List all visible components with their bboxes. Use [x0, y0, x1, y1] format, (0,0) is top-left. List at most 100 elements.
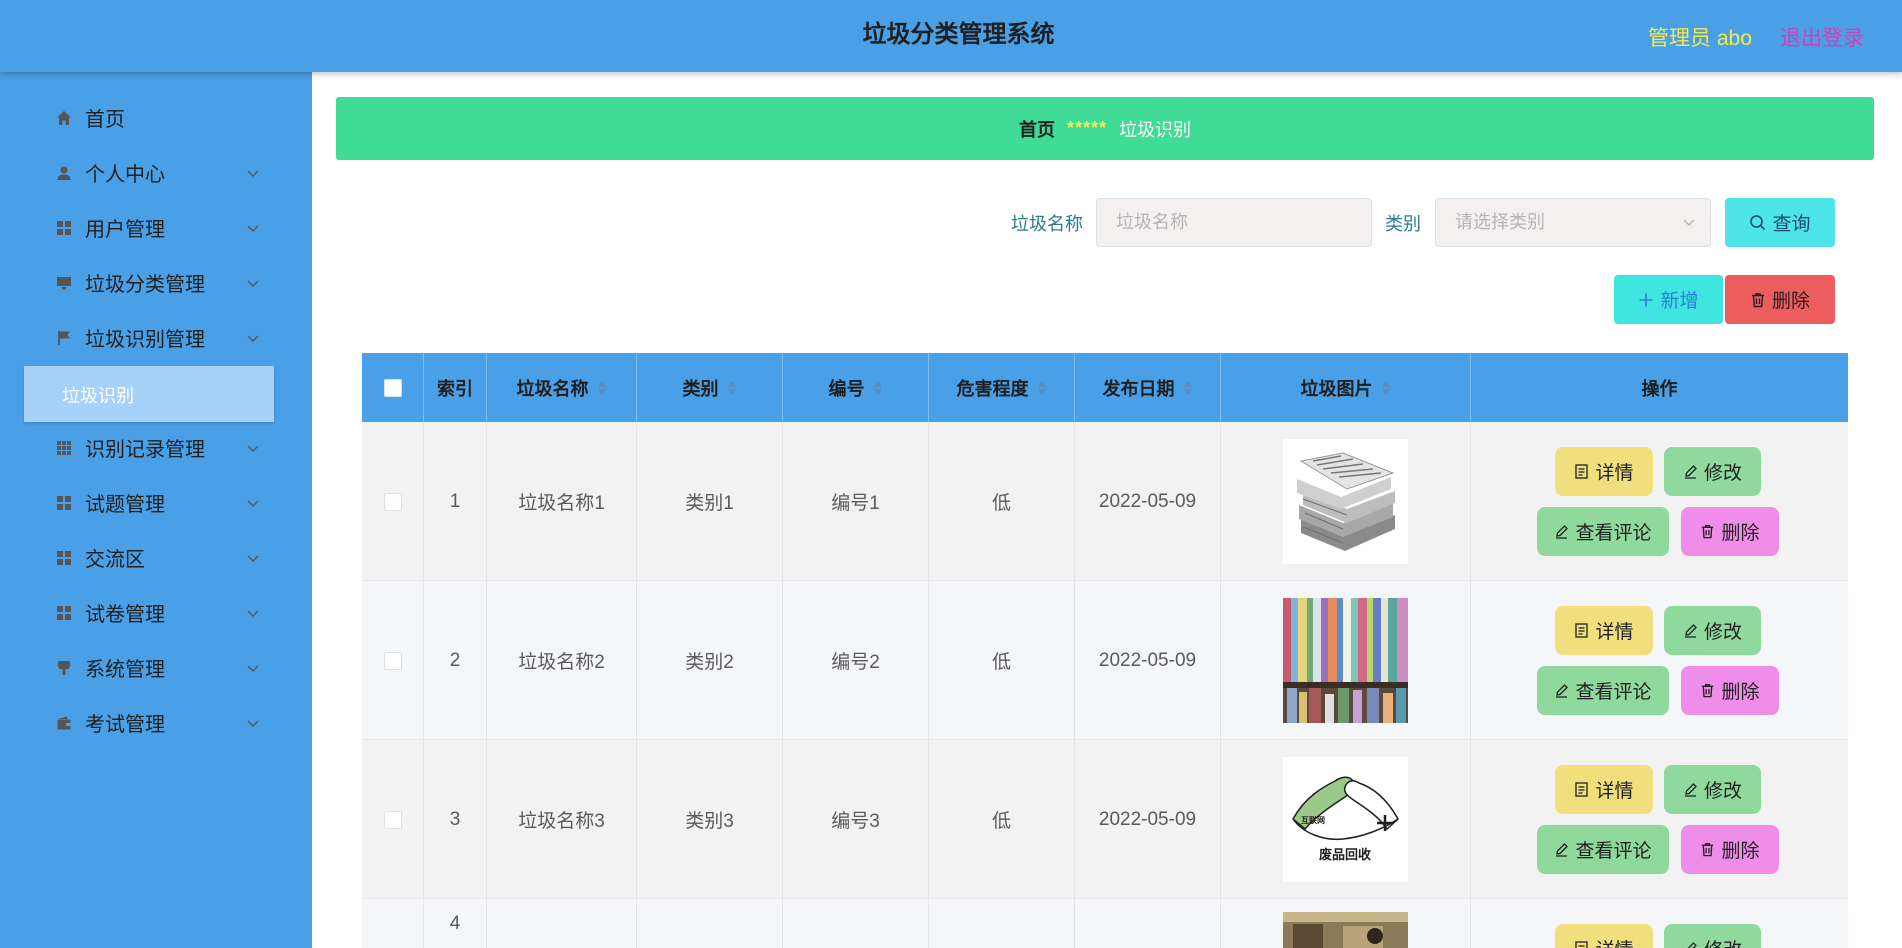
- edit-button[interactable]: 修改: [1664, 924, 1761, 948]
- sidebar-item-label: 个人中心: [85, 164, 165, 186]
- sidebar-item-home[interactable]: 首页: [0, 90, 312, 145]
- column-header-image[interactable]: 垃圾图片: [1221, 353, 1471, 422]
- column-header-label: 操作: [1641, 378, 1678, 399]
- cell-name: 垃圾名称3: [487, 740, 637, 899]
- garbage-name-input[interactable]: 垃圾名称: [1096, 198, 1372, 247]
- sidebar-item-exam-paper-management[interactable]: 试卷管理: [0, 585, 312, 640]
- garbage-image-newspaper[interactable]: [1283, 439, 1408, 564]
- column-header-code[interactable]: 编号: [783, 353, 929, 422]
- edit-button[interactable]: 修改: [1664, 606, 1761, 655]
- cell-hazard: 低: [929, 740, 1075, 899]
- cell-category: 类别2: [637, 581, 783, 740]
- cell-image: 互联网 废品回收: [1221, 740, 1471, 899]
- table-row: 3 垃圾名称3 类别3 编号3 低 2022-05-09 互联网 废品回收 详情…: [362, 740, 1848, 899]
- row-checkbox[interactable]: [383, 492, 402, 511]
- row-select-cell: [362, 422, 424, 581]
- breadcrumb-home[interactable]: 首页: [1019, 116, 1055, 142]
- chevron-down-icon: [247, 170, 259, 177]
- cell-category: 类别1: [637, 422, 783, 581]
- view-comments-button-label: 查看评论: [1575, 682, 1652, 703]
- table-row: 4 详情 修改: [362, 899, 1848, 948]
- garbage-image-photo[interactable]: [1283, 912, 1408, 948]
- sidebar-item-user-management[interactable]: 用户管理: [0, 200, 312, 255]
- chevron-down-icon: [247, 610, 259, 617]
- detail-button[interactable]: 详情: [1555, 765, 1653, 814]
- view-comments-button[interactable]: 查看评论: [1537, 825, 1669, 874]
- sort-icon: [597, 380, 606, 395]
- sort-icon: [1037, 380, 1046, 395]
- sidebar-item-label: 考试管理: [85, 714, 165, 736]
- column-header-date[interactable]: 发布日期: [1075, 353, 1221, 422]
- view-comments-button[interactable]: 查看评论: [1537, 507, 1669, 556]
- sidebar-item-label: 垃圾分类管理: [85, 274, 205, 296]
- column-header-label: 发布日期: [1102, 378, 1175, 399]
- chevron-down-icon: [247, 665, 259, 672]
- row-delete-button-label: 删除: [1721, 841, 1760, 862]
- detail-button-label: 详情: [1595, 781, 1634, 802]
- batch-delete-button-label: 删除: [1771, 291, 1810, 312]
- sidebar-item-label: 识别记录管理: [85, 439, 205, 461]
- row-delete-button[interactable]: 删除: [1681, 825, 1779, 874]
- column-header-name[interactable]: 垃圾名称: [487, 353, 637, 422]
- cell-image: [1221, 899, 1471, 948]
- sidebar-item-forum[interactable]: 交流区: [0, 530, 312, 585]
- sort-icon: [727, 380, 736, 395]
- view-comments-button[interactable]: 查看评论: [1537, 666, 1669, 715]
- chevron-down-icon: [247, 500, 259, 507]
- sidebar-item-label: 用户管理: [85, 219, 165, 241]
- cell-date: 2022-05-09: [1075, 422, 1221, 581]
- detail-button[interactable]: 详情: [1555, 924, 1653, 948]
- sidebar-item-personal-center[interactable]: 个人中心: [0, 145, 312, 200]
- grid-icon: [55, 219, 73, 237]
- grid-icon: [55, 549, 73, 567]
- sidebar-item-exam-management[interactable]: 考试管理: [0, 695, 312, 750]
- brush-icon: [55, 659, 73, 677]
- edit-button-label: 修改: [1704, 935, 1742, 948]
- row-checkbox[interactable]: [383, 651, 402, 670]
- row-checkbox[interactable]: [383, 810, 402, 829]
- column-header-hazard[interactable]: 危害程度: [929, 353, 1075, 422]
- detail-button[interactable]: 详情: [1555, 447, 1653, 496]
- sidebar-item-garbage-category-management[interactable]: 垃圾分类管理: [0, 255, 312, 310]
- detail-button-label: 详情: [1595, 463, 1634, 484]
- sidebar-item-system-management[interactable]: 系统管理: [0, 640, 312, 695]
- cell-actions: 详情 修改 查看评论 删除: [1471, 581, 1848, 740]
- sidebar-subitem-garbage-recognition[interactable]: 垃圾识别: [24, 366, 274, 422]
- chevron-down-icon: [247, 445, 259, 452]
- grid-icon: [55, 494, 73, 512]
- sidebar-item-recognition-records[interactable]: 识别记录管理: [0, 420, 312, 475]
- column-header-label: 垃圾名称: [516, 378, 589, 399]
- plus-icon: [1639, 293, 1653, 306]
- add-button[interactable]: 新增: [1614, 275, 1723, 324]
- detail-button[interactable]: 详情: [1555, 606, 1653, 655]
- column-header-category[interactable]: 类别: [637, 353, 783, 422]
- sidebar-item-label: 试题管理: [85, 494, 165, 516]
- garbage-image-bookshelf[interactable]: [1283, 598, 1408, 723]
- column-header-index: 索引: [424, 353, 487, 422]
- cell-category: 类别3: [637, 740, 783, 899]
- app-title: 垃圾分类管理系统: [862, 21, 1055, 48]
- pencil-icon: [1556, 525, 1569, 539]
- chevron-down-icon: [247, 720, 259, 727]
- pencil-icon: [1684, 624, 1697, 638]
- row-delete-button[interactable]: 删除: [1681, 666, 1779, 715]
- grid-icon: [55, 604, 73, 622]
- sidebar-item-question-management[interactable]: 试题管理: [0, 475, 312, 530]
- edit-button[interactable]: 修改: [1664, 447, 1761, 496]
- garbage-image-recycling-logo[interactable]: 互联网 废品回收: [1283, 757, 1408, 882]
- chevron-down-icon: [247, 280, 259, 287]
- logout-link[interactable]: 退出登录: [1780, 22, 1864, 52]
- apps-icon: [55, 439, 73, 457]
- document-icon: [1575, 464, 1589, 479]
- select-all-checkbox[interactable]: [383, 378, 402, 397]
- edit-button[interactable]: 修改: [1664, 765, 1761, 814]
- query-button[interactable]: 查询: [1725, 198, 1835, 247]
- category-select[interactable]: 请选择类别: [1435, 198, 1711, 247]
- row-delete-button[interactable]: 删除: [1681, 507, 1779, 556]
- pencil-icon: [1684, 783, 1697, 797]
- sidebar-item-garbage-recognition-management[interactable]: 垃圾识别管理: [0, 310, 312, 365]
- batch-delete-button[interactable]: 删除: [1725, 275, 1835, 324]
- cell-actions: 详情 修改 查看评论 删除: [1471, 422, 1848, 581]
- column-header-actions: 操作: [1471, 353, 1848, 422]
- chevron-down-icon: [247, 335, 259, 342]
